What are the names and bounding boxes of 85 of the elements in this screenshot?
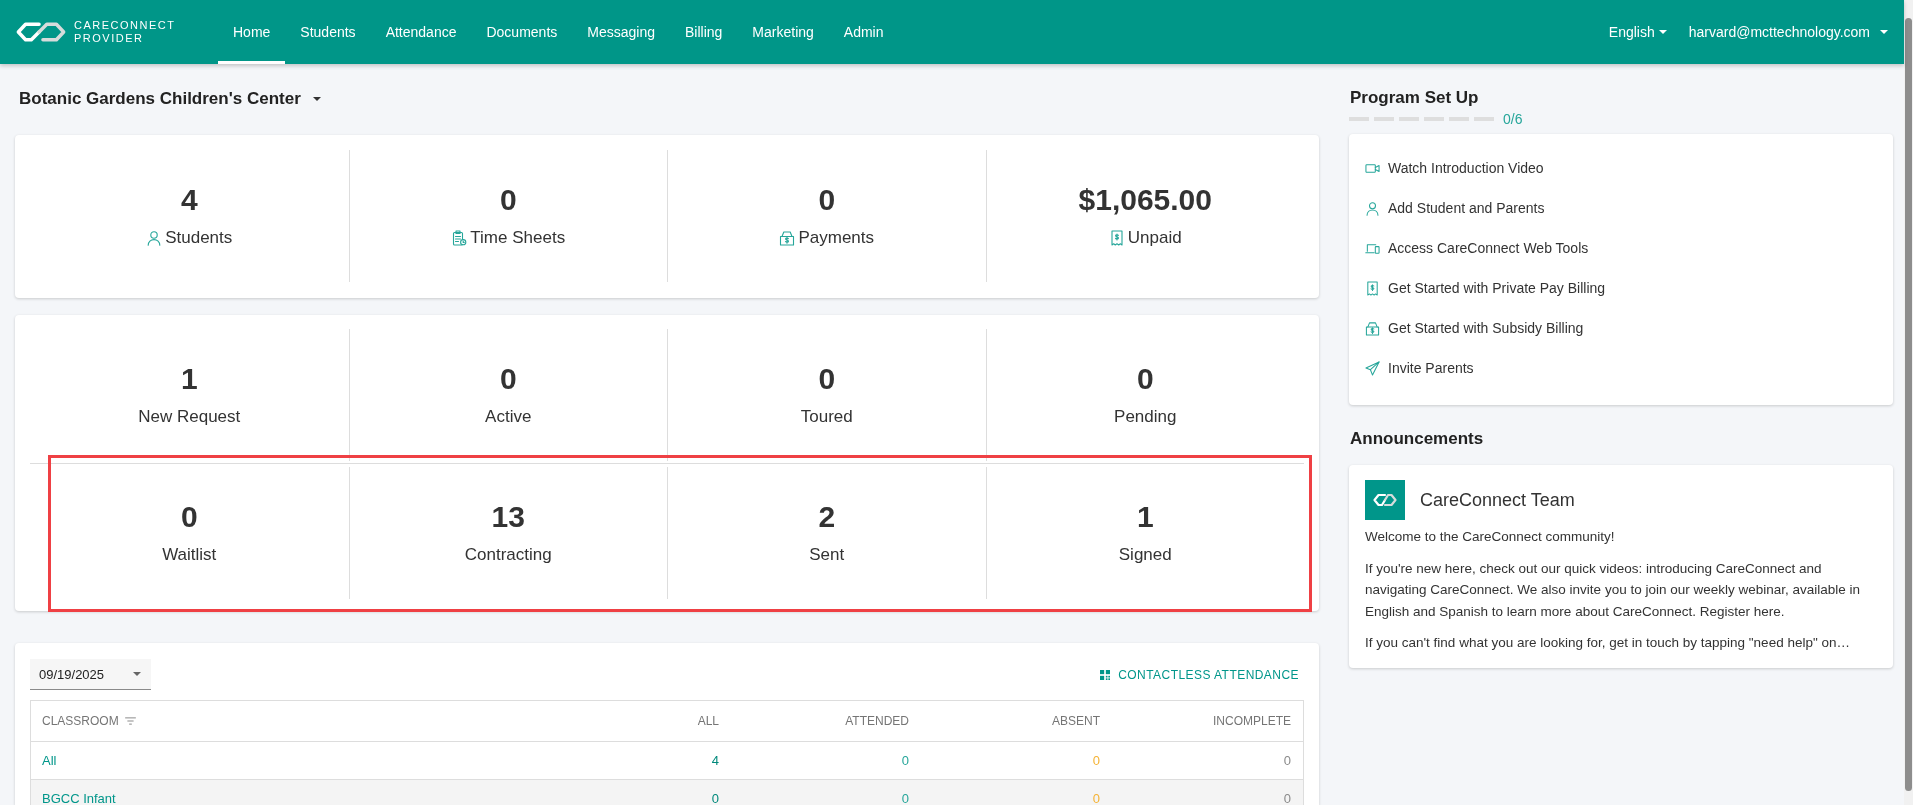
stat-label: Time Sheets: [470, 227, 566, 249]
stat-value: 13: [491, 499, 525, 535]
nav-tab[interactable]: Attendance: [370, 0, 472, 64]
setup-link[interactable]: Access CareConnect Web Tools: [1365, 228, 1589, 268]
setup-link[interactable]: Invite Parents: [1365, 348, 1474, 388]
nav-tab[interactable]: Billing: [670, 0, 738, 64]
column-header: CLASSROOM: [42, 714, 119, 728]
stat-label: Pending: [1114, 406, 1177, 428]
scrollbar-thumb[interactable]: [1905, 18, 1912, 791]
stat-label: Contracting: [464, 544, 552, 566]
table-cell: 0: [901, 753, 909, 768]
caret-icon: [1658, 30, 1667, 34]
stat-label: New Request: [138, 406, 241, 428]
stat-value: 0: [499, 361, 517, 397]
setup-link[interactable]: Add Student and Parents: [1365, 188, 1545, 228]
stat-value: 2: [818, 499, 836, 535]
contactless-attendance-button[interactable]: CONTACTLESS ATTENDANCE: [1100, 667, 1304, 682]
announcement-text: If you can't find what you are looking for, get in touch by tapping "need help" on…: [1365, 634, 1851, 652]
clipboard-icon: [451, 230, 468, 246]
logo-icon[interactable]: [14, 20, 68, 44]
nav-tab[interactable]: Students: [285, 0, 371, 64]
table-cell: 0: [1092, 753, 1100, 768]
table-cell: 4: [711, 753, 719, 768]
filter-icon[interactable]: [124, 717, 136, 725]
setup-link[interactable]: Watch Introduction Video: [1365, 148, 1544, 188]
progress-count: 0/6: [1503, 111, 1523, 127]
stat-label: Waitlist: [162, 544, 217, 566]
announcement-text: If you're new here, check out our quick videos: introducing CareConnect and navigating CareConnect. We also invite you to join our weekly webinar, available in English and Spanish to learn more about CareConnect. Register here.: [1365, 559, 1862, 621]
receipt-icon: [1365, 280, 1380, 296]
brand-subtitle: PROVIDER: [74, 32, 145, 45]
person-icon: [146, 230, 163, 246]
caret-icon: [133, 672, 141, 676]
classroom-link[interactable]: All: [42, 753, 57, 768]
stat-label: Signed: [1118, 544, 1172, 566]
stat-label: Unpaid: [1127, 227, 1182, 249]
stat-label: Sent: [809, 544, 845, 566]
stat-label: Active: [485, 406, 532, 428]
scrollbar[interactable]: [1904, 0, 1913, 805]
column-header: ATTENDED: [845, 714, 909, 728]
stat-value: 1: [1136, 499, 1154, 535]
table-cell: 0: [901, 791, 909, 805]
table-cell: 0: [1283, 753, 1291, 768]
logo-icon: [1365, 480, 1405, 520]
stat-label: Students: [165, 227, 233, 249]
cash-box-icon: [1365, 320, 1380, 336]
column-header: ALL: [697, 714, 719, 728]
stat-value: 0: [1136, 361, 1154, 397]
setup-link[interactable]: Get Started with Private Pay Billing: [1365, 268, 1606, 308]
column-header: ABSENT: [1052, 714, 1100, 728]
paper-plane-icon: [1365, 360, 1380, 376]
section-title: Program Set Up: [1349, 87, 1480, 109]
author-name: CareConnect Team: [1420, 489, 1575, 511]
stat-label: Payments: [798, 227, 875, 249]
caret-icon: [312, 97, 321, 101]
caret-icon: [1880, 30, 1888, 34]
language-dropdown[interactable]: English: [1608, 24, 1667, 40]
cash-box-icon: [779, 230, 796, 246]
nav-tab[interactable]: Documents: [471, 0, 573, 64]
stat-value: 1: [180, 361, 198, 397]
stat-label: Toured: [800, 406, 853, 428]
section-title: Announcements: [1349, 428, 1485, 450]
stat-value: $1,065.00: [1078, 182, 1212, 218]
nav-tab[interactable]: Messaging: [572, 0, 670, 64]
table-cell: 0: [711, 791, 719, 805]
nav-tab[interactable]: Marketing: [737, 0, 829, 64]
announcement-text: Welcome to the CareConnect community!: [1365, 528, 1616, 546]
table-cell: 0: [1283, 791, 1291, 805]
setup-link[interactable]: Get Started with Subsidy Billing: [1365, 308, 1584, 348]
nav-tab[interactable]: Home: [218, 0, 286, 64]
stat-value: 0: [499, 182, 517, 218]
classroom-link[interactable]: BGCC Infant: [42, 791, 116, 805]
receipt-icon: [1108, 230, 1125, 246]
table-cell: 0: [1092, 791, 1100, 805]
column-header: INCOMPLETE: [1213, 714, 1291, 728]
user-menu[interactable]: harvard@mcttechnology.com: [1688, 24, 1888, 40]
center-selector[interactable]: Botanic Gardens Children's Center: [15, 86, 321, 112]
stat-value: 4: [180, 182, 198, 218]
stat-value: 0: [180, 499, 198, 535]
brand-name: CARECONNECT: [74, 19, 176, 32]
stat-value: 0: [818, 182, 836, 218]
grid-icon: [1100, 669, 1111, 680]
nav-tab[interactable]: Admin: [828, 0, 899, 64]
person-icon: [1365, 200, 1380, 216]
stat-value: 0: [818, 361, 836, 397]
date-dropdown[interactable]: 09/19/2025: [30, 659, 151, 690]
